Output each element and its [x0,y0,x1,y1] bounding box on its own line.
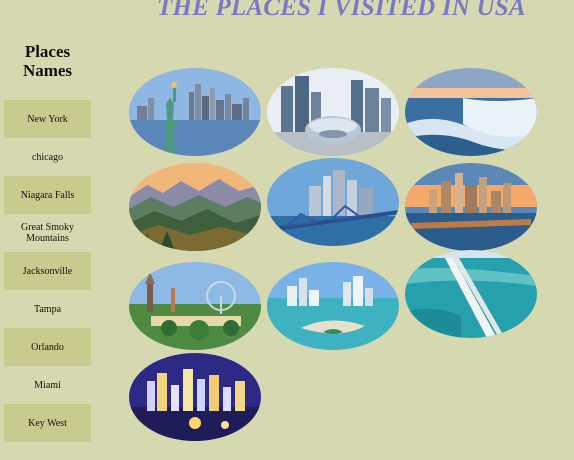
photo-tampa[interactable] [405,163,537,251]
photo-niagara-falls[interactable] [405,68,537,156]
place-link-tampa[interactable]: Tampa [4,290,91,328]
photo-new-york[interactable] [129,68,261,156]
place-link-chicago[interactable]: chicago [4,138,91,176]
place-link-new-york[interactable]: New York [4,100,91,138]
page-title: THE PLACES I VISITED IN USA [157,0,526,21]
theme-park-icon [129,262,261,350]
sunset-skyline-icon [405,163,537,251]
photo-chicago[interactable] [267,68,399,156]
place-link-great-smoky-mountains[interactable]: Great Smoky Mountains [4,214,91,252]
sea-bridge-icon [405,250,537,338]
photo-key-west[interactable] [405,250,537,338]
place-list: New York chicago Niagara Falls Great Smo… [4,100,91,442]
photo-orlando[interactable] [129,262,261,350]
photo-jacksonville[interactable] [267,158,399,246]
place-link-jacksonville[interactable]: Jacksonville [4,252,91,290]
place-link-miami[interactable]: Miami [4,366,91,404]
waterfall-icon [405,68,537,156]
photo-miami[interactable] [267,262,399,350]
photo-night-city[interactable] [129,353,261,441]
photo-great-smoky-mountains[interactable] [129,163,261,251]
mountain-range-icon [129,163,261,251]
statue-of-liberty-skyline-icon [129,68,261,156]
night-skyline-icon [129,353,261,441]
place-link-orlando[interactable]: Orlando [4,328,91,366]
place-link-niagara-falls[interactable]: Niagara Falls [4,176,91,214]
island-skyline-icon [267,262,399,350]
bridge-skyline-icon [267,158,399,246]
place-link-key-west[interactable]: Key West [4,404,91,442]
places-sidebar: Places Names New York chicago Niagara Fa… [4,42,91,442]
cloud-gate-skyline-icon [267,68,399,156]
sidebar-heading: Places Names [22,42,73,80]
